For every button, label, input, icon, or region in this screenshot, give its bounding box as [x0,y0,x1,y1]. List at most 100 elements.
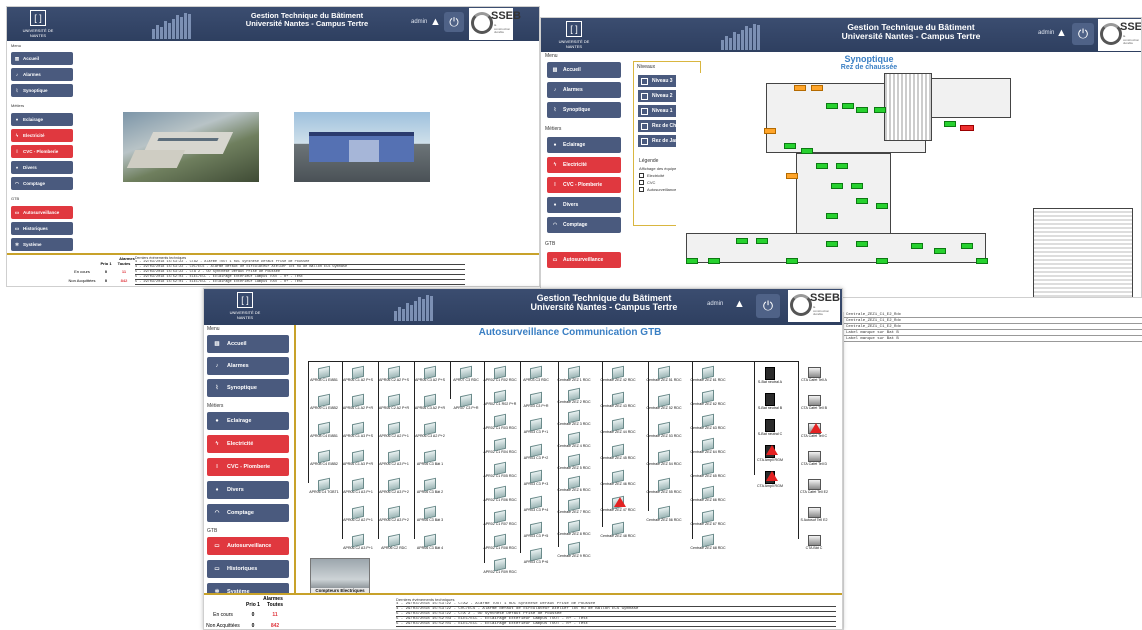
nav-cvc-button[interactable]: ǀ CVC - Plomberie [547,177,621,193]
device-node[interactable]: Centrale ZEZ 8 RDC [550,519,598,543]
nav-eclairage-button[interactable]: ● Eclairage [547,137,621,153]
nav-synoptique-button[interactable]: ⌇ Synoptique [11,84,73,97]
event-row[interactable]: 5 - 29/03/2018 15:52:01 - ÉLEC/ÉCL - Ecl… [135,280,465,285]
compteurs-electriques-button[interactable]: Compteurs Electriques [310,558,370,594]
power-button[interactable]: ⏻ [1072,23,1094,45]
nav-divers-button[interactable]: ♦ Divers [547,197,621,213]
device-node[interactable]: Centrale ZEZ 6 RDC [550,475,598,499]
alarm-list-row[interactable]: Label manque sur Bat B [844,336,1142,342]
event-row[interactable]: 5 - 29/03/2018 15:52:01 - ÉLEC/ÉCL - Ecl… [396,622,836,627]
device-node[interactable]: CTA Ampli RGM [746,445,794,467]
device-node[interactable]: Centrale ZEZ 45 RDC [594,443,642,467]
device-node[interactable]: Centrale ZEZ 53 RDC [640,421,688,445]
nav-alarmes-button[interactable]: ♪ Alarmes [207,357,289,375]
device-node[interactable]: Centrale ZEZ 64 RDC [684,437,732,461]
bell-icon: ♪ [215,363,219,369]
cta-unit-icon [807,535,821,546]
device-node[interactable]: Centrale ZEZ 5 RDC [550,453,598,477]
device-node[interactable]: Centrale ZEZ 44 RDC [594,417,642,441]
nav-synoptique-button[interactable]: ⌇ Synoptique [207,379,289,397]
device-node[interactable]: Centrale ZEZ 68 RDC [684,533,732,557]
nav-divers-button[interactable]: ♦ Divers [11,161,73,174]
device-node[interactable]: Centrale ZEZ 48 RDC [594,521,642,545]
device-node[interactable]: Centrale ZEZ 65 RDC [684,461,732,485]
device-node[interactable]: CTA Cafet Tell B [790,395,838,417]
device-node[interactable]: Centrale ZEZ 9 RDC [550,541,598,565]
nav-eclairage-button[interactable]: ● Eclairage [11,113,73,126]
device-node[interactable]: CTA Bât C [790,535,838,557]
device-node[interactable]: S Autosuf Tell E2 [790,507,838,529]
nav-comptage-button[interactable]: ◠ Comptage [207,504,289,522]
user-icon[interactable]: ▲ [430,16,441,28]
device-node[interactable]: S-Bat neutral A [746,367,794,389]
device-node[interactable]: Centrale ZEZ 47 RDC [594,495,642,519]
device-node[interactable]: Centrale ZEZ 4 RDC [550,431,598,455]
nav-cvc-button[interactable]: ǀ CVC - Plomberie [11,145,73,158]
device-node[interactable]: CTA Cafet Tell C [790,423,838,445]
device-node[interactable]: CTA Cafet Tell D [790,451,838,473]
nav-eclairage-button[interactable]: ● Eclairage [207,412,289,430]
nav-alarmes-button[interactable]: ♪ Alarmes [11,68,73,81]
device-node[interactable]: Centrale ZEZ 52 RDC [640,393,688,417]
nav-autosurveillance-button[interactable]: ▭ Autosurveillance [11,206,73,219]
device-node[interactable]: APR06 C3 Bât 2 [406,477,454,501]
nav-electricite-button[interactable]: ϟ Electricité [207,435,289,453]
device-node[interactable]: Centrale ZEZ 62 RDC [684,389,732,413]
nav-historiques-button[interactable]: ▭ Historiques [11,222,73,235]
power-button[interactable]: ⏻ [444,12,464,32]
device-node[interactable]: APR06 C3 A2 P+2 [406,421,454,445]
user-icon[interactable]: ▲ [1056,27,1067,39]
alarm-warning-icon [766,471,778,481]
device-node[interactable]: Centrale ZEZ 56 RDC [640,505,688,529]
sidebar: Menu ▥ Accueil ♪ Alarmes ⌇ Synoptique Métie… [204,325,290,601]
nav-comptage-button[interactable]: ◠ Comptage [11,177,73,190]
nav-divers-button[interactable]: ♦ Divers [207,481,289,499]
device-node[interactable]: Centrale ZEZ 54 RDC [640,449,688,473]
nav-systeme-button[interactable]: ✲ Système [11,238,73,251]
power-button[interactable]: ⏻ [756,294,780,318]
device-node[interactable]: Centrale ZEZ 43 RDC [594,391,642,415]
controller-icon [765,367,775,380]
device-node[interactable]: Centrale ZEZ 51 RDC [640,365,688,389]
device-node[interactable]: Centrale ZEZ 42 RDC [594,365,642,389]
device-label: Centrale ZEZ 67 RDC [690,522,726,526]
nav-autosurveillance-button[interactable]: ▭ Autosurveillance [207,537,289,555]
nav-autosurveillance-button[interactable]: ▭ Autosurveillance [547,252,621,268]
app-title: Gestion Technique du Bâtiment Université… [530,293,678,313]
floor-plan[interactable] [676,73,1141,297]
synoptic-icon: ⌇ [553,107,557,113]
device-node[interactable]: Centrale ZEZ 67 RDC [684,509,732,533]
nav-accueil-button[interactable]: ▥ Accueil [11,52,73,65]
nav-accueil-button[interactable]: ▥ Accueil [547,62,621,78]
nav-alarmes-button[interactable]: ♪ Alarmes [547,82,621,98]
nav-synoptique-button[interactable]: ⌇ Synoptique [547,102,621,118]
device-node[interactable]: CTA Cafet Tell E2 [790,479,838,501]
device-node[interactable]: Centrale ZEZ 1 RDC [550,365,598,389]
device-node[interactable]: S-Bat neutral B [746,393,794,415]
device-node[interactable]: APR06 C3 Bât 1 [406,449,454,473]
university-logo[interactable]: [ ] UNIVERSITÉ DE NANTES [551,20,597,50]
nav-historiques-button[interactable]: ▭ Historiques [207,560,289,578]
device-node[interactable]: APR06 C3 Bât 4 [406,533,454,557]
device-node[interactable]: APR06 C3 Bât 3 [406,505,454,529]
device-node[interactable]: Centrale ZEZ 7 RDC [550,497,598,521]
nav-electricite-button[interactable]: ϟ Electricité [11,129,73,142]
nav-comptage-button[interactable]: ◠ Comptage [547,217,621,233]
nav-cvc-button[interactable]: ǀ CVC - Plomberie [207,458,289,476]
device-node[interactable]: Centrale ZEZ 3 RDC [550,409,598,433]
device-node[interactable]: CTA Cafet Tell A [790,367,838,389]
nav-electricite-button[interactable]: ϟ Electricité [547,157,621,173]
university-logo[interactable]: [ ] UNIVERSITÉ DE NANTES [15,9,61,39]
device-node[interactable]: Centrale ZEZ 66 RDC [684,485,732,509]
device-node[interactable]: Centrale ZEZ 55 RDC [640,477,688,501]
device-node[interactable]: Centrale ZEZ 46 RDC [594,469,642,493]
device-node[interactable]: Centrale ZEZ 61 RDC [684,365,732,389]
device-node[interactable]: Centrale ZEZ 63 RDC [684,413,732,437]
nav-accueil-button[interactable]: ▥ Accueil [207,335,289,353]
device-node[interactable]: Centrale ZEZ 2 RDC [550,387,598,411]
device-node[interactable]: S-Bat neutral C [746,419,794,441]
cta-unit-icon [807,507,821,518]
user-icon[interactable]: ▲ [734,298,745,310]
device-node[interactable]: CTA Ampli RGM [746,471,794,493]
university-logo[interactable]: [ ] UNIVERSITÉ DE NANTES [222,291,268,321]
